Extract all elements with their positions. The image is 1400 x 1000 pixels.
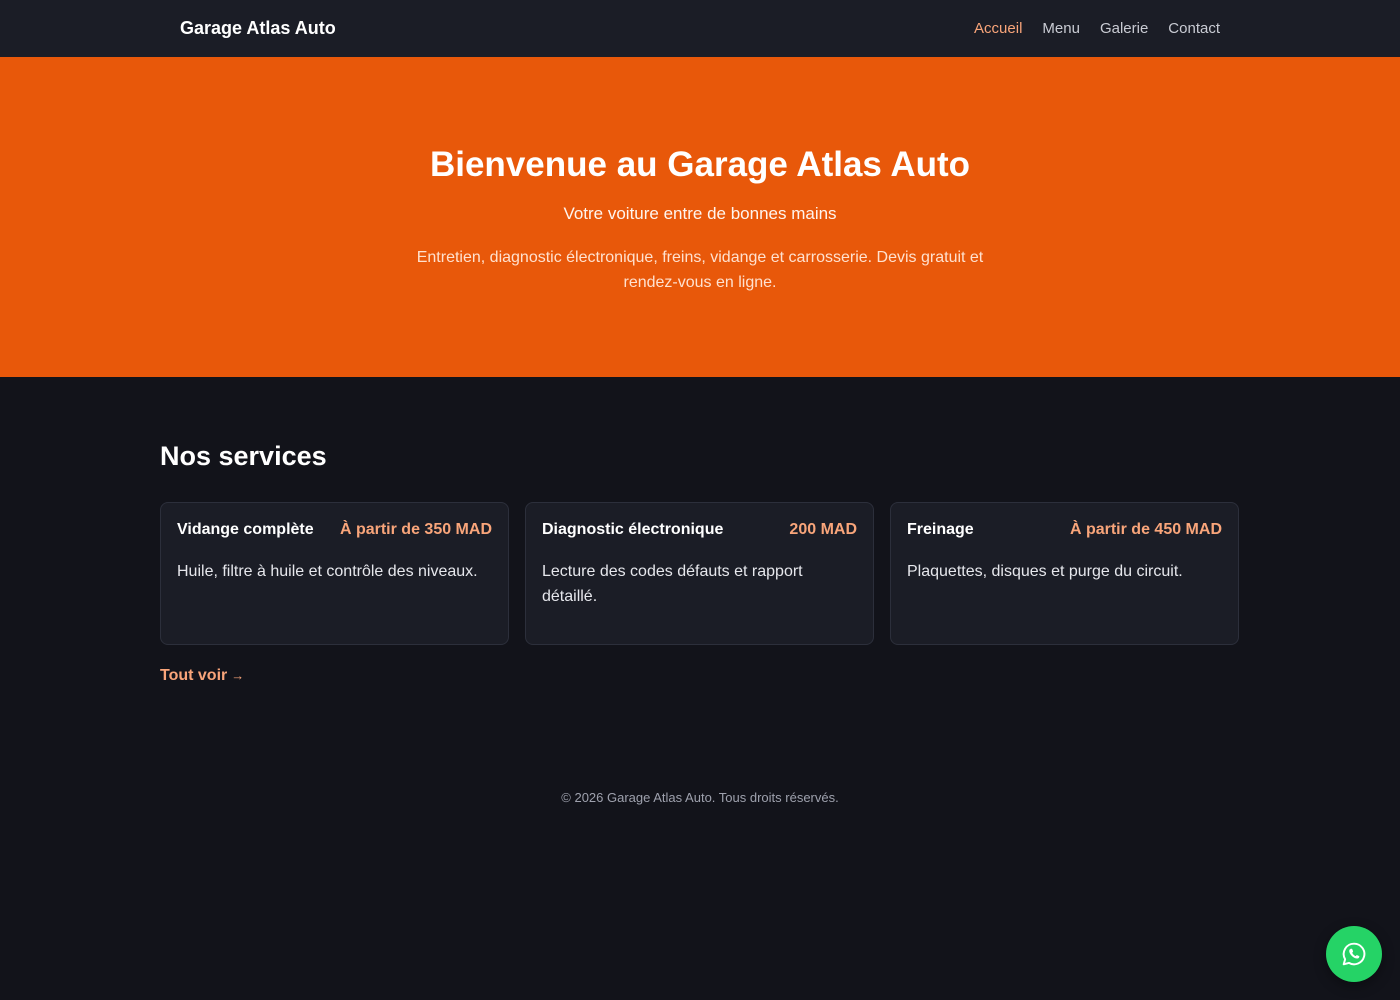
service-description: Plaquettes, disques et purge du circuit. xyxy=(907,563,1183,580)
service-title: Diagnostic électronique xyxy=(542,521,724,538)
main-nav: Accueil Menu Galerie Contact xyxy=(974,20,1220,37)
service-price: À partir de 350 MAD xyxy=(339,521,492,538)
service-description: Lecture des codes défauts et rapport dét… xyxy=(542,563,803,605)
services-section: Nos services Vidange complète À partir d… xyxy=(0,377,1400,685)
see-all-services-link[interactable]: Tout voir → xyxy=(160,667,244,685)
service-title: Vidange complète xyxy=(177,521,314,538)
copyright-text: © 2026 Garage Atlas Auto. Tous droits ré… xyxy=(561,790,839,805)
nav-item-menu[interactable]: Menu xyxy=(1042,20,1080,37)
hero-subtitle: Votre voiture entre de bonnes mains xyxy=(563,204,837,223)
see-all-label: Tout voir xyxy=(160,667,228,684)
services-heading: Nos services xyxy=(160,441,327,471)
arrow-right-icon: → xyxy=(231,668,245,683)
hero-banner: Bienvenue au Garage Atlas Auto Votre voi… xyxy=(0,57,1400,377)
nav-item-accueil[interactable]: Accueil xyxy=(974,20,1022,37)
service-price: 200 MAD xyxy=(789,521,857,538)
hero-title: Bienvenue au Garage Atlas Auto xyxy=(429,145,971,184)
nav-item-contact[interactable]: Contact xyxy=(1168,20,1220,37)
service-card-vidange: Vidange complète À partir de 350 MAD Hui… xyxy=(160,502,509,645)
brand-logo-text[interactable]: Garage Atlas Auto xyxy=(180,18,336,39)
service-price: À partir de 450 MAD xyxy=(1069,521,1222,538)
page-footer: © 2026 Garage Atlas Auto. Tous droits ré… xyxy=(0,790,1400,805)
service-card-header: Diagnostic électronique 200 MAD xyxy=(542,521,857,539)
whatsapp-chat-button[interactable] xyxy=(1326,926,1382,982)
service-title: Freinage xyxy=(907,521,974,538)
service-card-freinage: Freinage À partir de 450 MAD Plaquettes,… xyxy=(890,502,1239,645)
services-card-list: Vidange complète À partir de 350 MAD Hui… xyxy=(160,502,1240,645)
service-card-header: Vidange complète À partir de 350 MAD xyxy=(177,521,492,539)
nav-item-galerie[interactable]: Galerie xyxy=(1100,20,1148,37)
hero-description: Entretien, diagnostic électronique, frei… xyxy=(416,249,984,291)
service-card-header: Freinage À partir de 450 MAD xyxy=(907,521,1222,539)
whatsapp-icon xyxy=(1342,942,1366,966)
top-navbar: Garage Atlas Auto Accueil Menu Galerie C… xyxy=(0,0,1400,57)
service-card-diagnostic: Diagnostic électronique 200 MAD Lecture … xyxy=(525,502,874,645)
service-description: Huile, filtre à huile et contrôle des ni… xyxy=(177,563,478,580)
